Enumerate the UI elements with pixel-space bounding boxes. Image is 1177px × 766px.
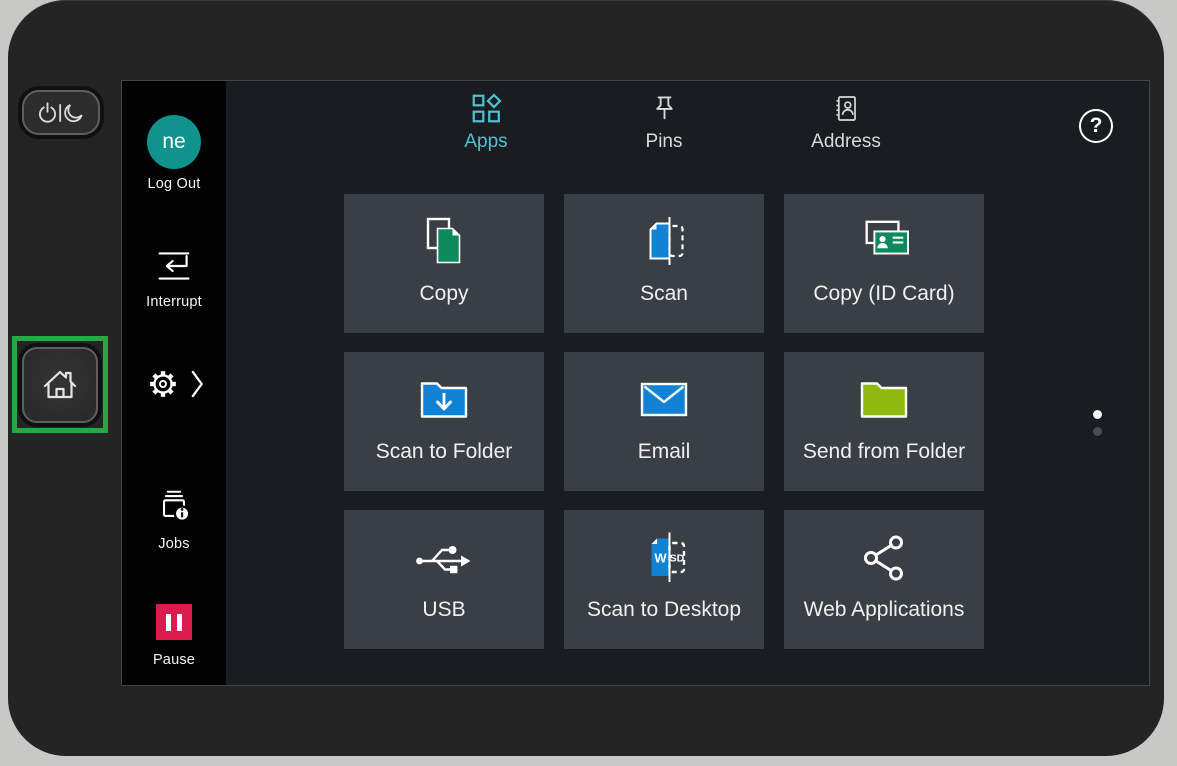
share-nodes-icon (858, 532, 910, 584)
wsd-page-icon: W SD (636, 530, 692, 586)
touchscreen: ne Log Out Interrupt (121, 80, 1150, 686)
app-tile-scan-to-desktop[interactable]: W SD Scan to Desktop (564, 510, 764, 649)
envelope-icon (635, 377, 693, 423)
pause-label: Pause (153, 652, 195, 668)
tab-address[interactable]: Address (786, 93, 906, 153)
app-label: Scan to Desktop (587, 598, 741, 622)
apps-icon (471, 93, 502, 124)
app-label: Web Applications (804, 598, 965, 622)
sidebar-item-settings[interactable] (122, 365, 226, 403)
copy-pages-icon (416, 214, 472, 270)
power-sleep-button[interactable] (22, 90, 100, 135)
app-grid: Copy Scan (344, 194, 984, 649)
question-mark-icon: ? (1090, 114, 1103, 138)
folder-icon (855, 376, 913, 424)
sidebar-item-logout[interactable]: ne Log Out (122, 115, 226, 192)
pause-icon (156, 604, 192, 640)
address-book-icon (832, 93, 861, 124)
sidebar-item-jobs[interactable]: Jobs (122, 487, 226, 552)
avatar-initials: ne (162, 130, 185, 154)
app-label: Scan (640, 282, 688, 306)
app-label: Copy (ID Card) (813, 282, 954, 306)
pin-icon (650, 93, 679, 124)
home-icon (40, 365, 80, 405)
user-avatar: ne (147, 115, 201, 169)
page-dot-active (1093, 410, 1102, 419)
home-button[interactable] (22, 347, 98, 423)
app-label: USB (422, 598, 465, 622)
help-button[interactable]: ? (1079, 109, 1113, 143)
sidebar: ne Log Out Interrupt (122, 81, 226, 685)
folder-down-arrow-icon (415, 376, 473, 424)
id-card-icon (852, 217, 916, 267)
app-tile-copy[interactable]: Copy (344, 194, 544, 333)
tab-apps[interactable]: Apps (426, 93, 546, 153)
app-tile-send-from-folder[interactable]: Send from Folder (784, 352, 984, 491)
printer-control-panel: ne Log Out Interrupt (0, 0, 1177, 766)
tab-address-label: Address (811, 131, 881, 153)
chevron-right-icon (191, 369, 204, 399)
page-dot (1093, 427, 1102, 436)
sidebar-item-pause[interactable]: Pause (122, 604, 226, 668)
app-label: Email (638, 440, 691, 464)
app-label: Copy (419, 282, 468, 306)
jobs-label: Jobs (158, 536, 189, 552)
interrupt-label: Interrupt (146, 294, 202, 310)
power-sleep-icon (34, 99, 88, 127)
logout-label: Log Out (148, 176, 201, 192)
svg-text:W: W (654, 551, 667, 566)
app-label: Send from Folder (803, 440, 965, 464)
app-tile-scan-to-folder[interactable]: Scan to Folder (344, 352, 544, 491)
app-tile-copy-id-card[interactable]: Copy (ID Card) (784, 194, 984, 333)
tab-pins-label: Pins (646, 131, 683, 153)
home-screen: Apps Pins (226, 81, 1149, 685)
gear-icon (144, 365, 182, 403)
usb-icon (412, 536, 476, 580)
interrupt-icon (156, 249, 192, 283)
app-tile-web-applications[interactable]: Web Applications (784, 510, 984, 649)
sidebar-item-interrupt[interactable]: Interrupt (122, 249, 226, 310)
tab-pins[interactable]: Pins (604, 93, 724, 153)
svg-text:SD: SD (670, 553, 685, 565)
app-tile-usb[interactable]: USB (344, 510, 544, 649)
scan-page-icon (636, 214, 692, 270)
app-tile-email[interactable]: Email (564, 352, 764, 491)
app-label: Scan to Folder (376, 440, 513, 464)
jobs-icon (155, 487, 193, 525)
tab-apps-label: Apps (464, 131, 507, 153)
app-tile-scan[interactable]: Scan (564, 194, 764, 333)
page-indicator[interactable] (1093, 410, 1102, 436)
